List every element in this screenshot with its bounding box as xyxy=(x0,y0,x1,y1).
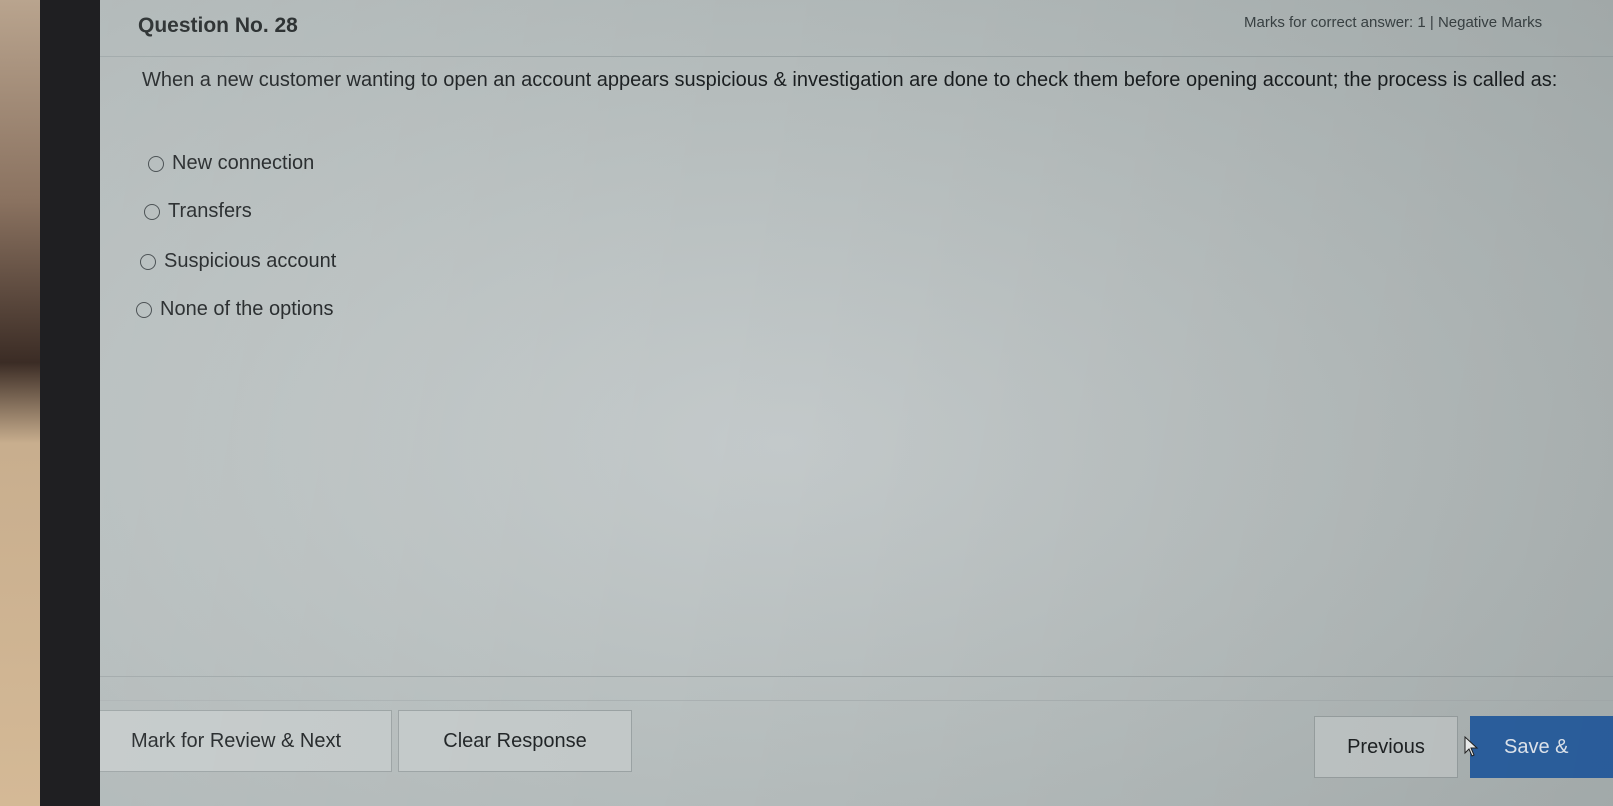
option-3[interactable]: Suspicious account xyxy=(140,250,336,273)
mark-for-review-next-button[interactable]: Mark for Review & Next xyxy=(100,710,392,772)
marks-info: Marks for correct answer: 1 | Negative M… xyxy=(1244,14,1543,31)
exam-screen: Question No. 28 Marks for correct answer… xyxy=(100,0,1613,806)
option-2[interactable]: Transfers xyxy=(144,200,252,223)
question-header: Question No. 28 Marks for correct answer… xyxy=(100,0,1613,57)
option-label: Transfers xyxy=(168,200,252,222)
screen-glare xyxy=(100,0,1613,806)
save-and-next-button[interactable]: Save & xyxy=(1470,716,1613,778)
option-1[interactable]: New connection xyxy=(148,152,314,175)
radio-button[interactable] xyxy=(148,155,164,172)
mouse-pointer-icon xyxy=(1464,736,1479,757)
option-4[interactable]: None of the options xyxy=(136,298,333,321)
option-label: New connection xyxy=(172,152,315,174)
clear-response-button[interactable]: Clear Response xyxy=(398,710,632,772)
radio-button[interactable] xyxy=(136,301,152,318)
question-number: Question No. 28 xyxy=(138,14,298,37)
divider xyxy=(100,676,1613,677)
previous-button[interactable]: Previous xyxy=(1314,716,1458,778)
question-text: When a new customer wanting to open an a… xyxy=(142,69,1558,91)
option-label: None of the options xyxy=(160,298,334,320)
radio-button[interactable] xyxy=(144,203,160,220)
option-label: Suspicious account xyxy=(164,250,337,272)
divider xyxy=(100,700,1613,701)
radio-button[interactable] xyxy=(140,253,156,270)
